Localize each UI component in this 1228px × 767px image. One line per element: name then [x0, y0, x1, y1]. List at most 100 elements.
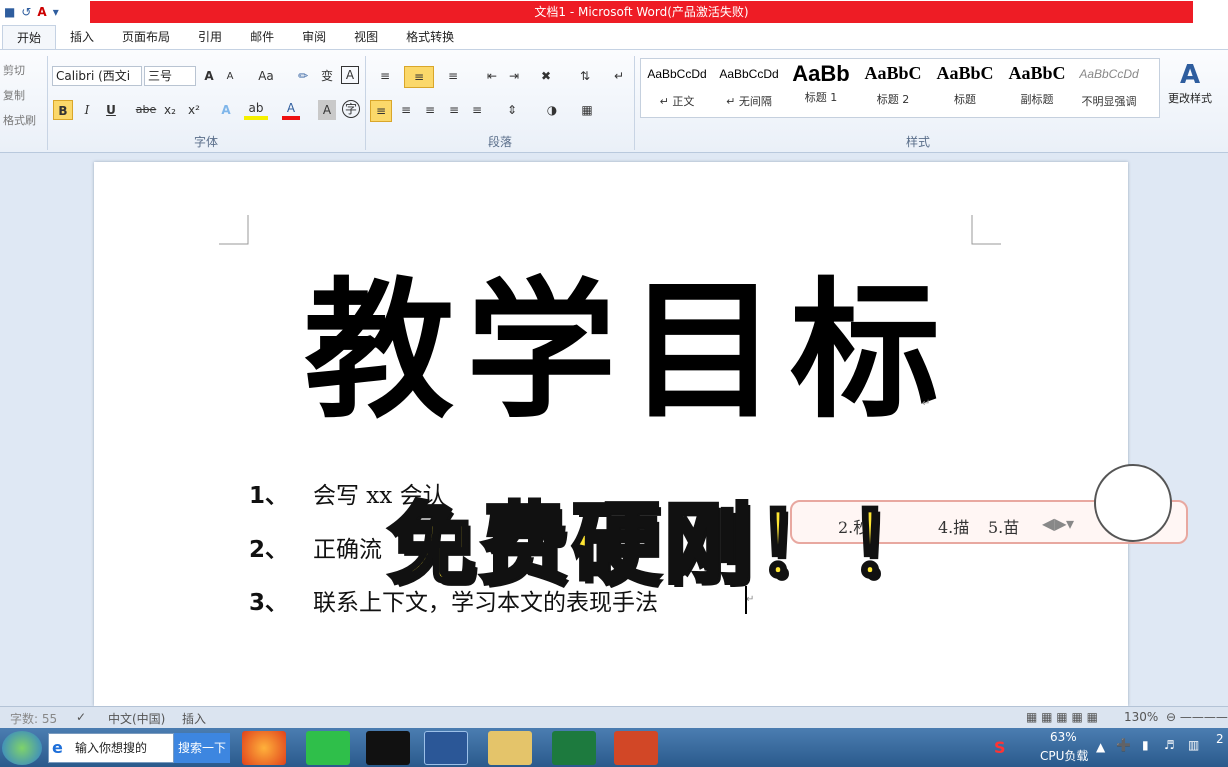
language-indicator[interactable]: 中文(中国) — [108, 710, 165, 727]
ime-candidate[interactable]: 4.描 — [938, 514, 969, 538]
sort-icon[interactable]: ⇅ — [574, 66, 596, 86]
tray-plus-icon[interactable]: ➕ — [1116, 738, 1131, 752]
tab-format-convert[interactable]: 格式转换 — [392, 25, 468, 49]
align-right-icon[interactable]: ≡ — [420, 100, 440, 120]
char-shading-icon[interactable]: A — [318, 100, 336, 120]
firefox-icon[interactable] — [242, 731, 286, 765]
text-cursor — [745, 586, 747, 614]
document-page[interactable]: 教学目标 ↵ 1、 会写 xx 会认 2、 正确流 3、 联系上下文，学习本文的表现手… — [94, 162, 1128, 706]
insert-mode[interactable]: 插入 — [182, 710, 206, 727]
change-styles-icon: A — [1179, 60, 1201, 90]
highlight-icon[interactable]: ab — [244, 100, 268, 120]
style-title[interactable]: AaBbC 标题 — [929, 59, 1001, 117]
tab-references[interactable]: 引用 — [184, 25, 236, 49]
justify-icon[interactable]: ≡ — [444, 100, 464, 120]
word-count[interactable]: 字数: 55 — [10, 710, 57, 727]
tray-expand-icon[interactable]: ▲ — [1096, 740, 1105, 754]
style-heading-1[interactable]: AaBb 标题 1 — [785, 59, 857, 117]
change-case-button[interactable]: Aa — [252, 66, 280, 86]
font-name-select[interactable]: Calibri (西文i — [52, 66, 142, 86]
sogou-ime-icon[interactable]: S — [994, 738, 1006, 757]
show-marks-icon[interactable]: ↵ — [610, 66, 628, 86]
search-button[interactable]: 搜索一下 — [174, 733, 230, 763]
cpu-percent: 63% — [1050, 730, 1077, 744]
borders-icon[interactable]: ▦ — [576, 100, 598, 120]
tab-review[interactable]: 审阅 — [288, 25, 340, 49]
clock[interactable]: 2 — [1216, 732, 1224, 746]
bullets-icon[interactable]: ≡ — [374, 66, 396, 86]
cut-button[interactable]: 剪切 — [3, 58, 36, 83]
numbering-icon[interactable]: ≡ — [404, 66, 434, 88]
chinese-layout-icon[interactable]: ✖ — [534, 66, 558, 86]
iqiyi-icon[interactable] — [306, 731, 350, 765]
style-subtitle[interactable]: AaBbC 副标题 — [1001, 59, 1073, 117]
tab-page-layout[interactable]: 页面布局 — [108, 25, 184, 49]
font-color-button-icon[interactable]: A — [282, 100, 300, 120]
start-button[interactable] — [2, 731, 42, 765]
proofing-icon[interactable]: ✓ — [76, 710, 86, 724]
decrease-indent-icon[interactable]: ⇤ — [482, 66, 502, 86]
align-left-icon[interactable]: ≡ — [370, 100, 392, 122]
grow-font-button[interactable]: A — [200, 66, 218, 86]
style-no-spacing[interactable]: AaBbCcDd ↵ 无间隔 — [713, 59, 785, 117]
save-icon[interactable]: ■ — [4, 5, 15, 19]
bold-button[interactable]: B — [53, 100, 73, 120]
superscript-button[interactable]: x² — [184, 100, 204, 120]
view-buttons[interactable]: ▦ ▦ ▦ ▦ ▦ — [1026, 710, 1098, 724]
subscript-button[interactable]: x₂ — [160, 100, 180, 120]
zoom-level[interactable]: 130% — [1124, 710, 1158, 724]
mascot-sticker — [1094, 464, 1172, 542]
paragraph-mark: ↵ — [922, 398, 931, 409]
increase-indent-icon[interactable]: ⇥ — [504, 66, 524, 86]
document-area: 教学目标 ↵ 1、 会写 xx 会认 2、 正确流 3、 联系上下文，学习本文的表现手… — [0, 154, 1228, 706]
styles-gallery[interactable]: AaBbCcDd ↵ 正文 AaBbCcDd ↵ 无间隔 AaBb 标题 1 A… — [640, 58, 1160, 118]
volume-icon[interactable]: ♬ — [1164, 738, 1175, 752]
zoom-slider[interactable]: ⊖ ———— — [1166, 710, 1228, 724]
style-subtle-emphasis[interactable]: AaBbCcDd 不明显强调 — [1073, 59, 1145, 117]
enclose-char-icon[interactable]: 字 — [342, 100, 360, 118]
tab-insert[interactable]: 插入 — [56, 25, 108, 49]
ime-candidate[interactable]: 5.苗 — [988, 514, 1019, 538]
clear-format-icon[interactable]: ✏ — [294, 66, 312, 86]
window-title: 文档1 - Microsoft Word(产品激活失败) — [90, 1, 1193, 23]
document-heading: 教学目标 — [304, 265, 953, 439]
capcut-icon[interactable] — [366, 731, 410, 765]
window-controls[interactable] — [1193, 0, 1228, 24]
phonetic-guide-button[interactable]: 变 — [318, 66, 336, 86]
change-styles-button[interactable]: A 更改样式 — [1164, 60, 1216, 106]
quick-access-toolbar: ■ ↺ A ▾ — [0, 0, 59, 24]
text-effects-icon[interactable]: A — [216, 100, 236, 120]
customize-qat-icon[interactable]: ▾ — [53, 5, 59, 19]
word-icon[interactable] — [424, 731, 468, 765]
style-normal[interactable]: AaBbCcDd ↵ 正文 — [641, 59, 713, 117]
tab-view[interactable]: 视图 — [340, 25, 392, 49]
underline-button[interactable]: U — [102, 100, 120, 120]
ime-expand-icon[interactable]: ▾ — [1066, 514, 1074, 533]
search-input[interactable]: 输入你想搜的 — [48, 733, 174, 763]
ribbon: 剪切 复制 格式刷 Calibri (西文i 三号 A A Aa ✏ 变 A B… — [0, 50, 1228, 153]
italic-button[interactable]: I — [78, 100, 96, 120]
shading-icon[interactable]: ◑ — [540, 100, 564, 120]
file-explorer-icon[interactable] — [488, 731, 532, 765]
format-painter-button[interactable]: 格式刷 — [3, 108, 36, 133]
style-heading-2[interactable]: AaBbC 标题 2 — [857, 59, 929, 117]
line-spacing-icon[interactable]: ⇕ — [500, 100, 524, 120]
font-color-icon[interactable]: A — [37, 5, 46, 19]
distributed-icon[interactable]: ≡ — [467, 100, 487, 120]
copy-button[interactable]: 复制 — [3, 83, 36, 108]
tray-device-icon[interactable]: ▮ — [1142, 738, 1149, 752]
ime-page-arrows-icon[interactable]: ◀▶ — [1042, 514, 1067, 533]
tab-home[interactable]: 开始 — [2, 25, 57, 49]
undo-icon[interactable]: ↺ — [21, 5, 31, 19]
char-border-icon[interactable]: A — [341, 66, 359, 84]
network-icon[interactable]: ▥ — [1188, 738, 1199, 752]
tab-mailings[interactable]: 邮件 — [236, 25, 288, 49]
excel-icon[interactable] — [552, 731, 596, 765]
shrink-font-button[interactable]: A — [222, 67, 238, 87]
multilevel-list-icon[interactable]: ≡ — [442, 66, 464, 86]
font-size-select[interactable]: 三号 — [144, 66, 196, 86]
powerpoint-icon[interactable] — [614, 731, 658, 765]
align-center-icon[interactable]: ≡ — [396, 100, 416, 120]
strikethrough-button[interactable]: abe — [135, 100, 157, 120]
font-group-label: 字体 — [193, 135, 218, 149]
